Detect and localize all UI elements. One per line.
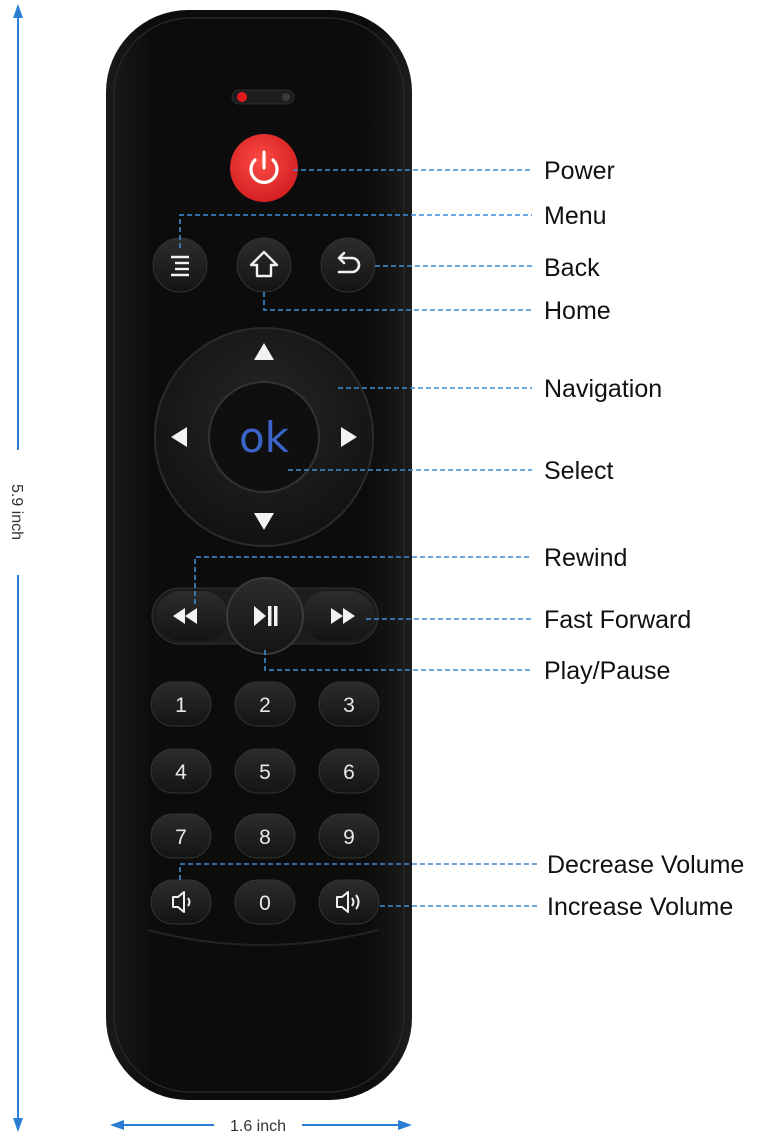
- height-dimension: 5.9 inch: [8, 4, 25, 1132]
- key-9[interactable]: 9: [318, 813, 380, 859]
- key-8-label: 8: [259, 826, 271, 849]
- key-7[interactable]: 7: [150, 813, 212, 859]
- fast-forward-button[interactable]: [302, 591, 374, 641]
- label-decrease-volume: Decrease Volume: [547, 851, 744, 879]
- key-1[interactable]: 1: [150, 681, 212, 727]
- back-button[interactable]: [320, 237, 376, 293]
- key-5-label: 5: [259, 761, 271, 784]
- label-power: Power: [544, 157, 615, 185]
- label-menu: Menu: [544, 202, 607, 230]
- label-play-pause: Play/Pause: [544, 657, 670, 685]
- key-4-label: 4: [175, 761, 187, 784]
- height-label: 5.9 inch: [8, 484, 25, 540]
- rewind-button[interactable]: [156, 591, 228, 641]
- ok-label: ok: [239, 413, 290, 462]
- key-2[interactable]: 2: [234, 681, 296, 727]
- power-button[interactable]: [230, 134, 298, 202]
- key-8[interactable]: 8: [234, 813, 296, 859]
- label-home: Home: [544, 297, 611, 325]
- key-0[interactable]: 0: [234, 879, 296, 925]
- play-pause-button[interactable]: [226, 577, 304, 655]
- width-label: 1.6 inch: [230, 1118, 286, 1135]
- width-dimension: 1.6 inch: [110, 1118, 412, 1135]
- label-select: Select: [544, 457, 614, 485]
- label-back: Back: [544, 254, 600, 282]
- label-navigation: Navigation: [544, 375, 662, 403]
- label-rewind: Rewind: [544, 544, 627, 572]
- key-9-label: 9: [343, 826, 355, 849]
- volume-down-button[interactable]: [150, 879, 212, 925]
- label-fast-forward: Fast Forward: [544, 606, 691, 634]
- key-0-label: 0: [259, 892, 271, 915]
- volume-up-button[interactable]: [318, 879, 380, 925]
- ok-button[interactable]: ok: [208, 381, 320, 493]
- key-3-label: 3: [343, 694, 355, 717]
- status-led: [231, 89, 295, 105]
- label-increase-volume: Increase Volume: [547, 893, 733, 921]
- remote-diagram: 5.9 inch 1.6 inch ok 1 2 3 4 5 6 7 8 9 0…: [8, 4, 744, 1135]
- key-2-label: 2: [259, 694, 271, 717]
- key-5[interactable]: 5: [234, 748, 296, 794]
- callout-labels: Power Menu Back Home Navigation Select R…: [544, 157, 744, 921]
- key-7-label: 7: [175, 826, 187, 849]
- key-1-label: 1: [175, 694, 187, 717]
- key-6[interactable]: 6: [318, 748, 380, 794]
- key-4[interactable]: 4: [150, 748, 212, 794]
- home-button[interactable]: [236, 237, 292, 293]
- key-3[interactable]: 3: [318, 681, 380, 727]
- key-6-label: 6: [343, 761, 355, 784]
